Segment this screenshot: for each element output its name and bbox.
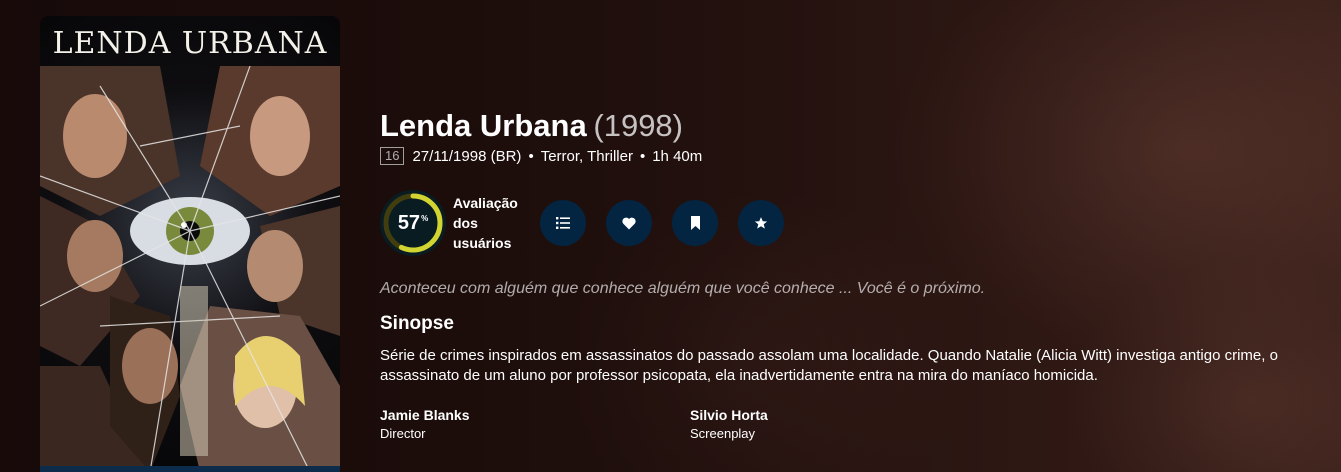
- score-unit: %: [421, 213, 429, 223]
- movie-title[interactable]: Lenda Urbana: [380, 108, 587, 143]
- heart-icon: [622, 217, 636, 229]
- crew-role: Director: [380, 426, 426, 441]
- score-label: Avaliação dos usuários: [453, 193, 533, 253]
- watchlist-button[interactable]: [672, 200, 718, 246]
- release-date: 27/11/1998 (BR): [412, 147, 522, 165]
- score-number: 57: [397, 211, 421, 234]
- score-value: 57%: [380, 190, 446, 256]
- add-to-list-button[interactable]: [540, 200, 586, 246]
- crew-list: Jamie Blanks Director Silvio Horta Scree…: [380, 406, 1080, 444]
- list-icon: [556, 217, 570, 229]
- rate-button[interactable]: [738, 200, 784, 246]
- actions-bar: 57% Avaliação dos usuários: [380, 190, 804, 256]
- score-label-line: dos: [453, 215, 478, 231]
- star-icon: [754, 217, 768, 229]
- movie-title-row: Lenda Urbana (1998): [380, 108, 683, 144]
- crew-role: Screenplay: [690, 426, 756, 441]
- poster-artwork: [40, 66, 340, 472]
- movie-poster[interactable]: LENDA URBANA: [40, 16, 340, 472]
- poster-title: LENDA URBANA: [52, 26, 328, 61]
- crew-member: Jamie Blanks Director: [380, 406, 690, 444]
- genres[interactable]: Terror, Thriller: [541, 148, 633, 165]
- separator-dot: •: [639, 147, 646, 165]
- runtime: 1h 40m: [652, 147, 703, 165]
- movie-facts: 16 27/11/1998 (BR) • Terror, Thriller • …: [380, 147, 702, 165]
- tagline: Aconteceu com alguém que conhece alguém …: [380, 280, 986, 297]
- overview-text: Série de crimes inspirados em assassinat…: [380, 347, 1278, 384]
- score-label-line: usuários: [453, 235, 512, 251]
- release-year: (1998): [593, 108, 683, 143]
- score-label-line: Avaliação: [453, 195, 518, 211]
- crew-name[interactable]: Silvio Horta: [690, 406, 1000, 424]
- overview-heading: Sinopse: [380, 313, 454, 334]
- crew-name[interactable]: Jamie Blanks: [380, 406, 690, 424]
- user-score-chart[interactable]: 57%: [380, 190, 446, 256]
- poster-bottom-bar: [40, 466, 340, 472]
- certification-badge: 16: [380, 147, 405, 165]
- favorite-button[interactable]: [606, 200, 652, 246]
- bookmark-icon: [690, 216, 700, 230]
- separator-dot: •: [528, 147, 534, 165]
- crew-member: Silvio Horta Screenplay: [690, 406, 1000, 444]
